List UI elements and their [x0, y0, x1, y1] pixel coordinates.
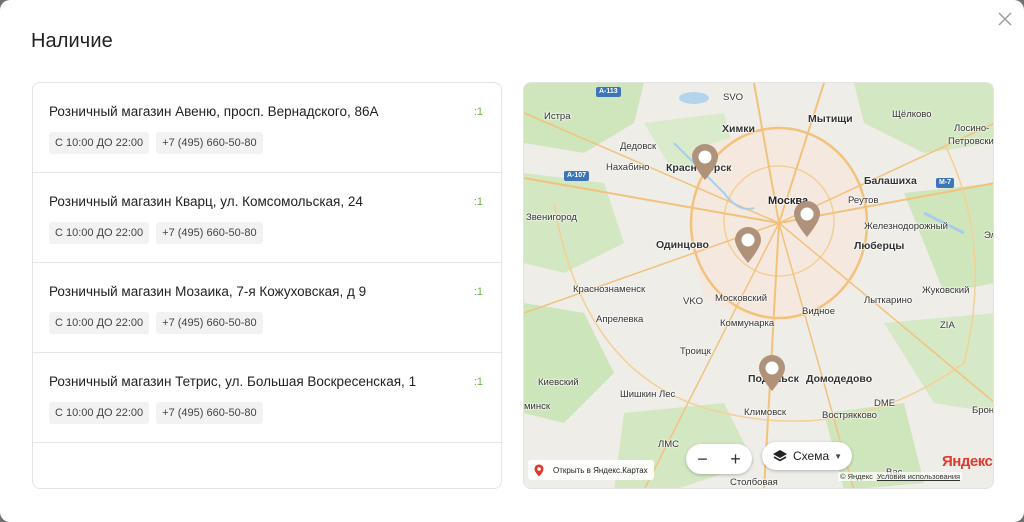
- map-label: Петровский: [948, 136, 994, 147]
- store-phone[interactable]: +7 (495) 660-50-80: [156, 132, 263, 154]
- map-label: Коммунарка: [720, 318, 775, 329]
- map-label: Одинцово: [656, 239, 709, 251]
- map-label: Нахабино: [606, 162, 650, 173]
- map-attribution: © Яндекс Условия использования: [838, 472, 963, 481]
- layers-icon: [773, 450, 787, 462]
- store-quantity: :1: [473, 376, 483, 388]
- map-label: Реутов: [848, 195, 879, 206]
- store-quantity: :1: [473, 286, 483, 298]
- store-phone[interactable]: +7 (495) 660-50-80: [156, 402, 263, 424]
- terms-of-use-link[interactable]: Условия использования: [877, 472, 960, 481]
- store-map[interactable]: А-113 А-107 М-7 Истра Дедовск Нахабино К…: [523, 82, 994, 489]
- map-type-label: Схема: [793, 449, 830, 463]
- store-pin-icon[interactable]: [793, 200, 821, 238]
- map-label: ZIA: [940, 320, 955, 331]
- map-label: Вострякково: [822, 410, 877, 421]
- store-name: Розничный магазин Кварц, ул. Комсомольск…: [49, 194, 363, 209]
- map-label: Химки: [722, 123, 755, 135]
- road-badge: А-107: [564, 171, 590, 181]
- map-label: Звенигород: [526, 212, 577, 223]
- store-name: Розничный магазин Авеню, просп. Вернадск…: [49, 104, 379, 119]
- map-label: Краснознаменск: [573, 284, 646, 295]
- map-label: Лыткарино: [864, 295, 913, 306]
- map-label: Брон: [972, 405, 994, 416]
- map-label: Шишкин Лес: [620, 389, 676, 400]
- map-label: Эл: [984, 230, 993, 241]
- map-label: Троицк: [680, 346, 711, 357]
- store-hours: С 10:00 ДО 22:00: [49, 132, 150, 154]
- map-label: Истра: [544, 111, 571, 122]
- modal-title: Наличие: [31, 30, 113, 52]
- map-label: минск: [524, 401, 550, 412]
- yandex-logo: Яндекс: [942, 453, 993, 470]
- zoom-controls: − +: [686, 444, 752, 474]
- close-icon: [998, 12, 1012, 26]
- road-badge: А-113: [596, 87, 621, 97]
- store-hours: С 10:00 ДО 22:00: [49, 312, 150, 334]
- map-label: Железнодорожный: [864, 221, 948, 232]
- map-label: VKO: [683, 296, 704, 307]
- map-label: Апрелевка: [596, 314, 644, 325]
- store-quantity: :1: [473, 106, 483, 118]
- store-pin-icon[interactable]: [691, 143, 719, 181]
- zoom-out-button[interactable]: −: [688, 444, 718, 474]
- map-marker-icon: [534, 464, 544, 476]
- store-quantity: :1: [473, 196, 483, 208]
- map-label: Домодедово: [806, 373, 873, 385]
- map-label: Балашиха: [864, 175, 917, 187]
- store-list: Розничный магазин Авеню, просп. Вернадск…: [32, 82, 502, 489]
- store-item[interactable]: Розничный магазин Тетрис, ул. Большая Во…: [33, 353, 501, 443]
- open-in-yandex-maps-label: Открыть в Яндекс.Картах: [553, 465, 648, 475]
- map-label: Московский: [715, 293, 768, 304]
- store-hours: С 10:00 ДО 22:00: [49, 402, 150, 424]
- map-label: DME: [874, 398, 896, 409]
- map-label: Видное: [802, 306, 835, 317]
- store-item[interactable]: Розничный магазин Авеню, просп. Вернадск…: [33, 83, 501, 173]
- map-label: Лосино-: [954, 123, 990, 134]
- store-item[interactable]: Розничный магазин Кварц, ул. Комсомольск…: [33, 173, 501, 263]
- map-label: Люберцы: [854, 240, 905, 252]
- map-label: Киевский: [538, 377, 579, 388]
- map-label: Мытищи: [808, 113, 853, 125]
- store-hours: С 10:00 ДО 22:00: [49, 222, 150, 244]
- store-phone[interactable]: +7 (495) 660-50-80: [156, 222, 263, 244]
- store-pin-icon[interactable]: [734, 226, 762, 264]
- map-label: Щёлково: [892, 109, 932, 120]
- store-name: Розничный магазин Мозаика, 7-я Кожуховск…: [49, 284, 367, 299]
- availability-modal: Наличие Розничный магазин Авеню, просп. …: [0, 0, 1024, 522]
- store-phone[interactable]: +7 (495) 660-50-80: [156, 312, 263, 334]
- store-name: Розничный магазин Тетрис, ул. Большая Во…: [49, 374, 417, 389]
- chevron-down-icon: ▼: [834, 451, 843, 461]
- map-label: Жуковский: [922, 285, 970, 296]
- close-button[interactable]: [994, 8, 1016, 30]
- map-label: Столбовая: [730, 477, 778, 488]
- open-in-yandex-maps-link[interactable]: Открыть в Яндекс.Картах: [528, 460, 654, 480]
- store-item[interactable]: Розничный магазин Мозаика, 7-я Кожуховск…: [33, 263, 501, 353]
- map-type-button[interactable]: Схема ▼: [762, 442, 853, 470]
- map-label: Дедовск: [620, 141, 657, 152]
- map-label: SVO: [723, 92, 744, 103]
- road-badge: М-7: [936, 178, 955, 188]
- copyright-text: © Яндекс: [840, 472, 873, 481]
- map-label: ЛМС: [658, 439, 680, 450]
- store-pin-icon[interactable]: [758, 354, 786, 392]
- map-label: Климовск: [744, 407, 787, 418]
- zoom-in-button[interactable]: +: [721, 444, 751, 474]
